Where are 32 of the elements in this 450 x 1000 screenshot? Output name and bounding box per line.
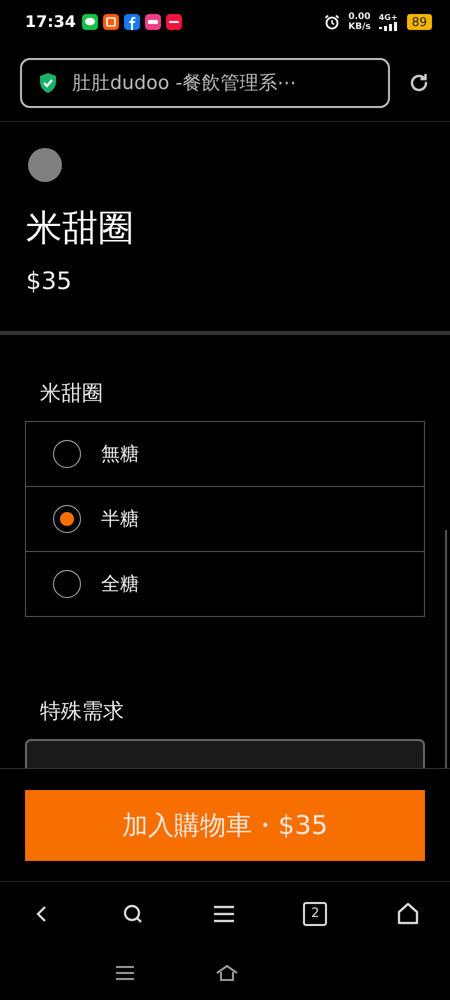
- network-type: 4G+: [378, 12, 399, 22]
- social-app-icon: [124, 14, 140, 30]
- option-label: 無糖: [101, 442, 139, 468]
- tab-count-button[interactable]: 2: [303, 902, 328, 926]
- battery-level: 89: [406, 14, 432, 30]
- menu-icon[interactable]: [115, 964, 135, 981]
- address-bar[interactable]: 肚肚dudoo -餐飲管理系⋯: [20, 58, 390, 108]
- option-group-title: 米甜圈: [40, 380, 104, 408]
- product-price: $35: [26, 267, 73, 296]
- signal-icon: [378, 22, 399, 31]
- reload-icon[interactable]: [408, 72, 430, 94]
- speed-unit: KB/s: [348, 22, 371, 32]
- radio-button[interactable]: [53, 505, 81, 534]
- store-app-icon: [166, 14, 182, 30]
- home-icon[interactable]: [215, 964, 239, 982]
- option-label: 全糖: [101, 572, 139, 598]
- option-row[interactable]: 無糖: [26, 422, 424, 486]
- radio-button[interactable]: [53, 440, 81, 468]
- option-label: 半糖: [101, 507, 139, 532]
- option-row[interactable]: 半糖: [26, 486, 424, 552]
- shield-check-icon: [38, 72, 58, 94]
- radio-button[interactable]: [53, 570, 81, 598]
- shop-app-icon: [102, 14, 119, 30]
- search-icon[interactable]: [122, 902, 144, 924]
- alarm-icon: [324, 14, 340, 30]
- option-row[interactable]: 全糖: [26, 551, 424, 616]
- avatar-icon: [28, 148, 62, 182]
- chat-app-icon: [82, 14, 98, 30]
- special-request-title: 特殊需求: [40, 698, 125, 726]
- status-time: 17:34: [25, 12, 76, 32]
- product-name: 米甜圈: [26, 207, 135, 252]
- network-speed: 0.00: [348, 12, 371, 22]
